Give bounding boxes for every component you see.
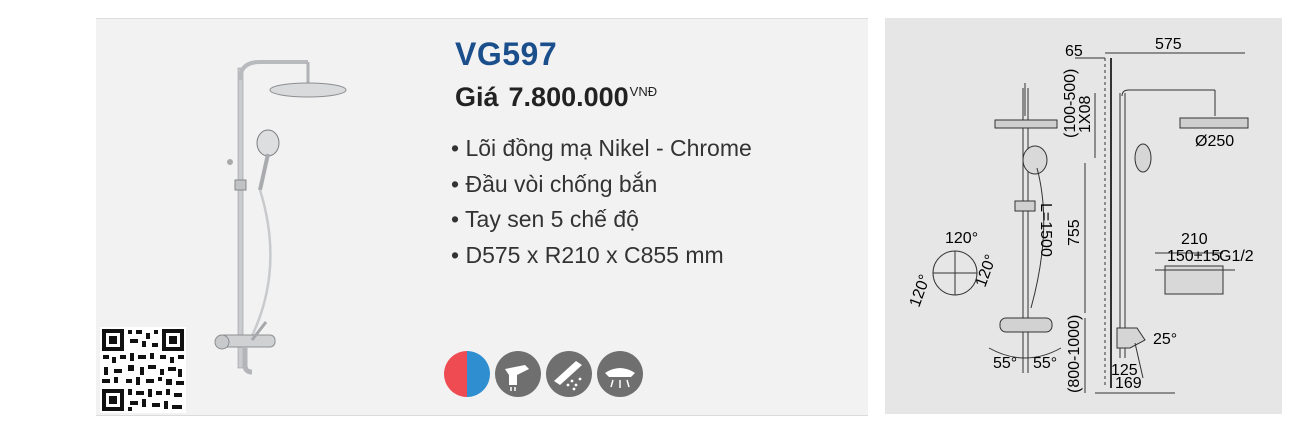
dim-150: 150±15 <box>1167 248 1220 265</box>
hot-cold-icon <box>444 351 490 397</box>
price-label: Giá <box>455 82 499 112</box>
dim-575: 575 <box>1155 36 1182 53</box>
dim-55-a: 55° <box>993 355 1017 372</box>
feature-item: Đầu vòi chống bắn <box>451 167 752 203</box>
qr-code[interactable] <box>100 327 186 413</box>
dim-120-a: 120° <box>945 230 978 247</box>
dim-755: 755 <box>1066 219 1083 246</box>
feature-icons <box>444 351 643 397</box>
dim-25: 25° <box>1153 331 1177 348</box>
dim-d250: Ø250 <box>1195 133 1234 150</box>
dim-L1500: L=1500 <box>1037 203 1054 257</box>
feature-item: D575 x R210 x C855 mm <box>451 238 752 274</box>
currency: VNĐ <box>629 84 658 99</box>
spout-icon <box>495 351 541 397</box>
dim-g12: G1/2 <box>1219 248 1254 265</box>
dim-800-1000: (800-1000) <box>1066 315 1083 393</box>
dim-210: 210 <box>1181 231 1208 248</box>
spray-modes-icon <box>546 351 592 397</box>
feature-item: Lõi đồng mạ Nikel - Chrome <box>451 131 751 167</box>
price: Giá 7.800.000VNĐ <box>455 82 657 113</box>
model-name: VG597 <box>455 36 558 72</box>
product-photo <box>214 60 347 375</box>
dim-55-b: 55° <box>1033 355 1057 372</box>
dim-120-c: 120° <box>973 252 1000 289</box>
dim-169: 169 <box>1115 375 1142 392</box>
dim-80: 1X08 <box>1077 96 1094 133</box>
dim-120-b: 120° <box>907 272 934 309</box>
feature-item: Tay sen 5 chế độ <box>451 202 752 238</box>
price-value: 7.800.000 <box>508 82 629 112</box>
dim-65: 65 <box>1065 43 1083 60</box>
shower-head-icon <box>597 351 643 397</box>
technical-drawing: 65 575 (100-500) 1X08 Ø250 L=1500 755 12… <box>885 18 1282 414</box>
feature-list: Lõi đồng mạ Nikel - Chrome Đầu vòi chống… <box>451 131 752 273</box>
